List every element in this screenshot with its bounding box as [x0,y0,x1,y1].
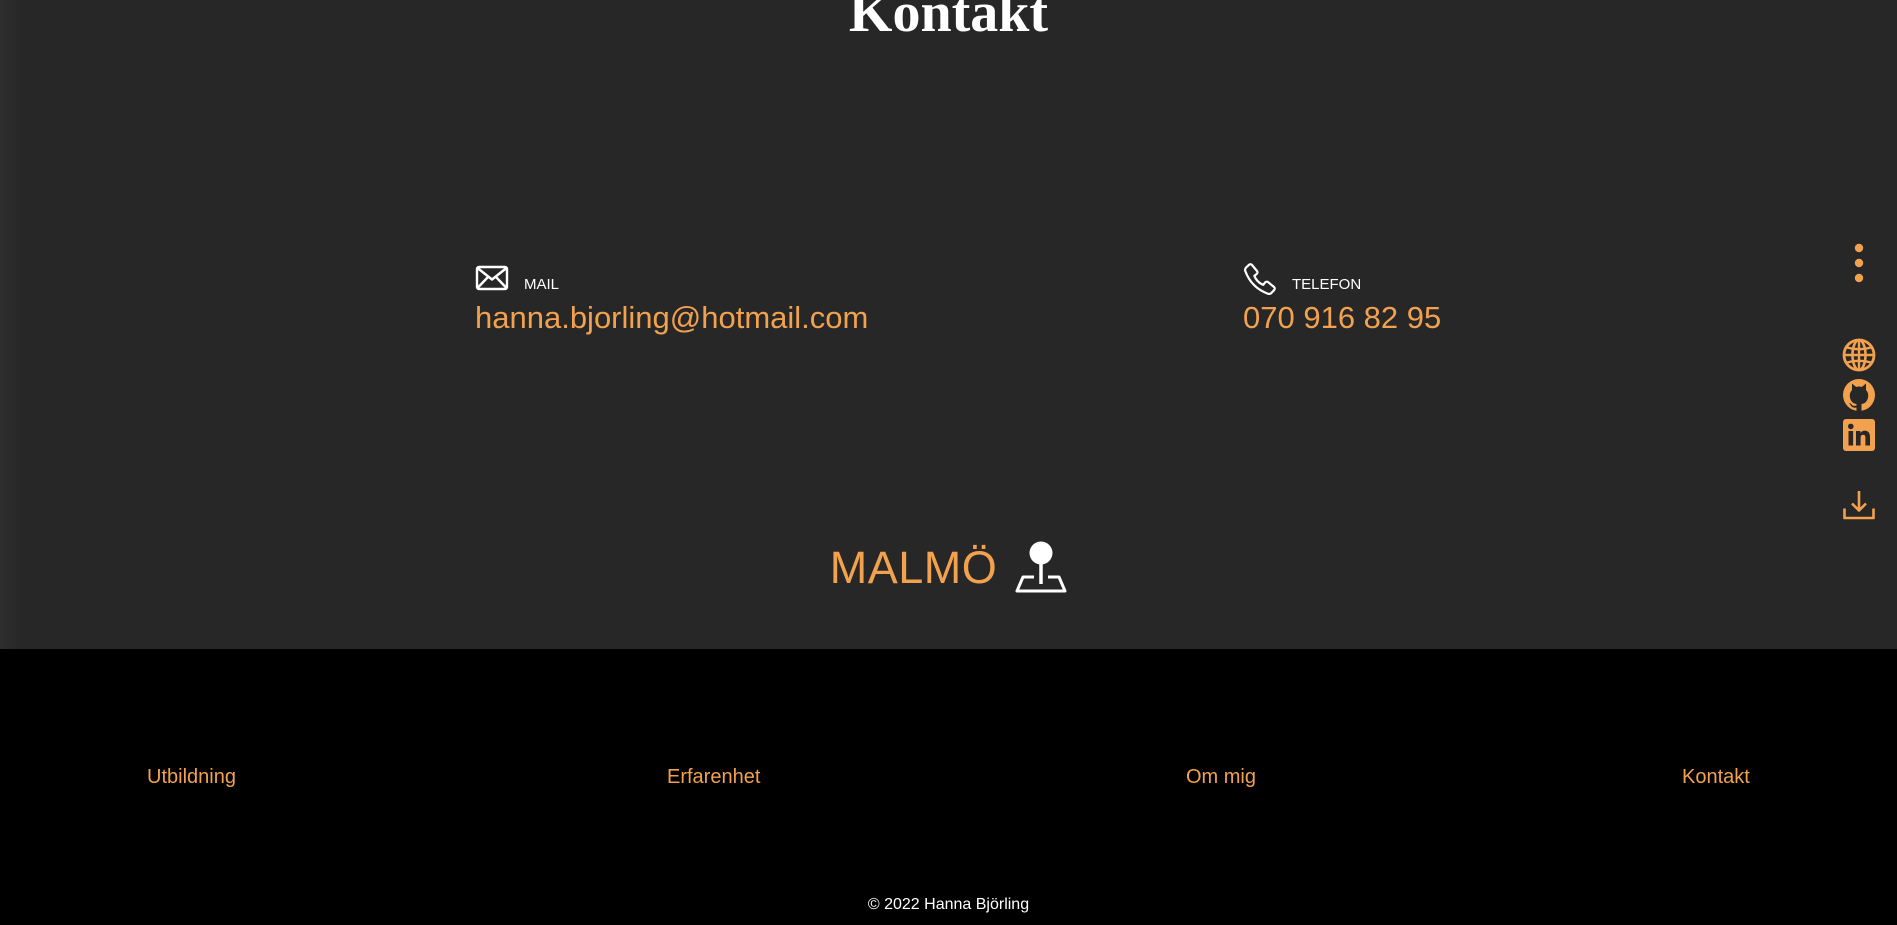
website-link[interactable] [1836,338,1882,372]
page-title: Kontakt [848,0,1049,44]
footer-link-erfarenhet[interactable]: Erfarenhet [667,765,760,789]
city-name: MALMÖ [829,542,998,593]
phone-contact: TELEFON 070 916 82 95 [1243,262,1441,336]
contact-section: Kontakt MAIL hanna.bjorling@hotmail.com [0,0,1897,649]
more-menu-button[interactable] [1836,242,1882,286]
download-cv-button[interactable] [1836,488,1882,522]
github-icon [1843,379,1875,411]
footer: Utbildning Erfarenhet Om mig Kontakt © 2… [0,649,1897,925]
phone-icon [1243,262,1277,296]
github-link[interactable] [1836,378,1882,412]
mail-label-row: MAIL [475,262,868,296]
phone-link[interactable]: 070 916 82 95 [1243,300,1441,336]
location: MALMÖ [0,536,1897,600]
footer-link-om-mig[interactable]: Om mig [1186,765,1256,789]
phone-label: TELEFON [1292,276,1362,293]
map-pin-icon [1015,541,1067,593]
globe-icon [1842,338,1876,372]
footer-link-utbildning[interactable]: Utbildning [147,765,236,789]
linkedin-icon [1843,419,1875,451]
download-icon [1843,491,1875,520]
footer-link-kontakt[interactable]: Kontakt [1682,765,1750,789]
linkedin-link[interactable] [1836,418,1882,452]
mail-link[interactable]: hanna.bjorling@hotmail.com [475,300,868,336]
mail-label: MAIL [524,276,560,293]
more-vertical-icon [1854,243,1864,283]
phone-label-row: TELEFON [1243,262,1441,296]
mail-contact: MAIL hanna.bjorling@hotmail.com [475,262,868,336]
envelope-icon [475,262,509,296]
copyright: © 2022 Hanna Björling [867,896,1030,913]
